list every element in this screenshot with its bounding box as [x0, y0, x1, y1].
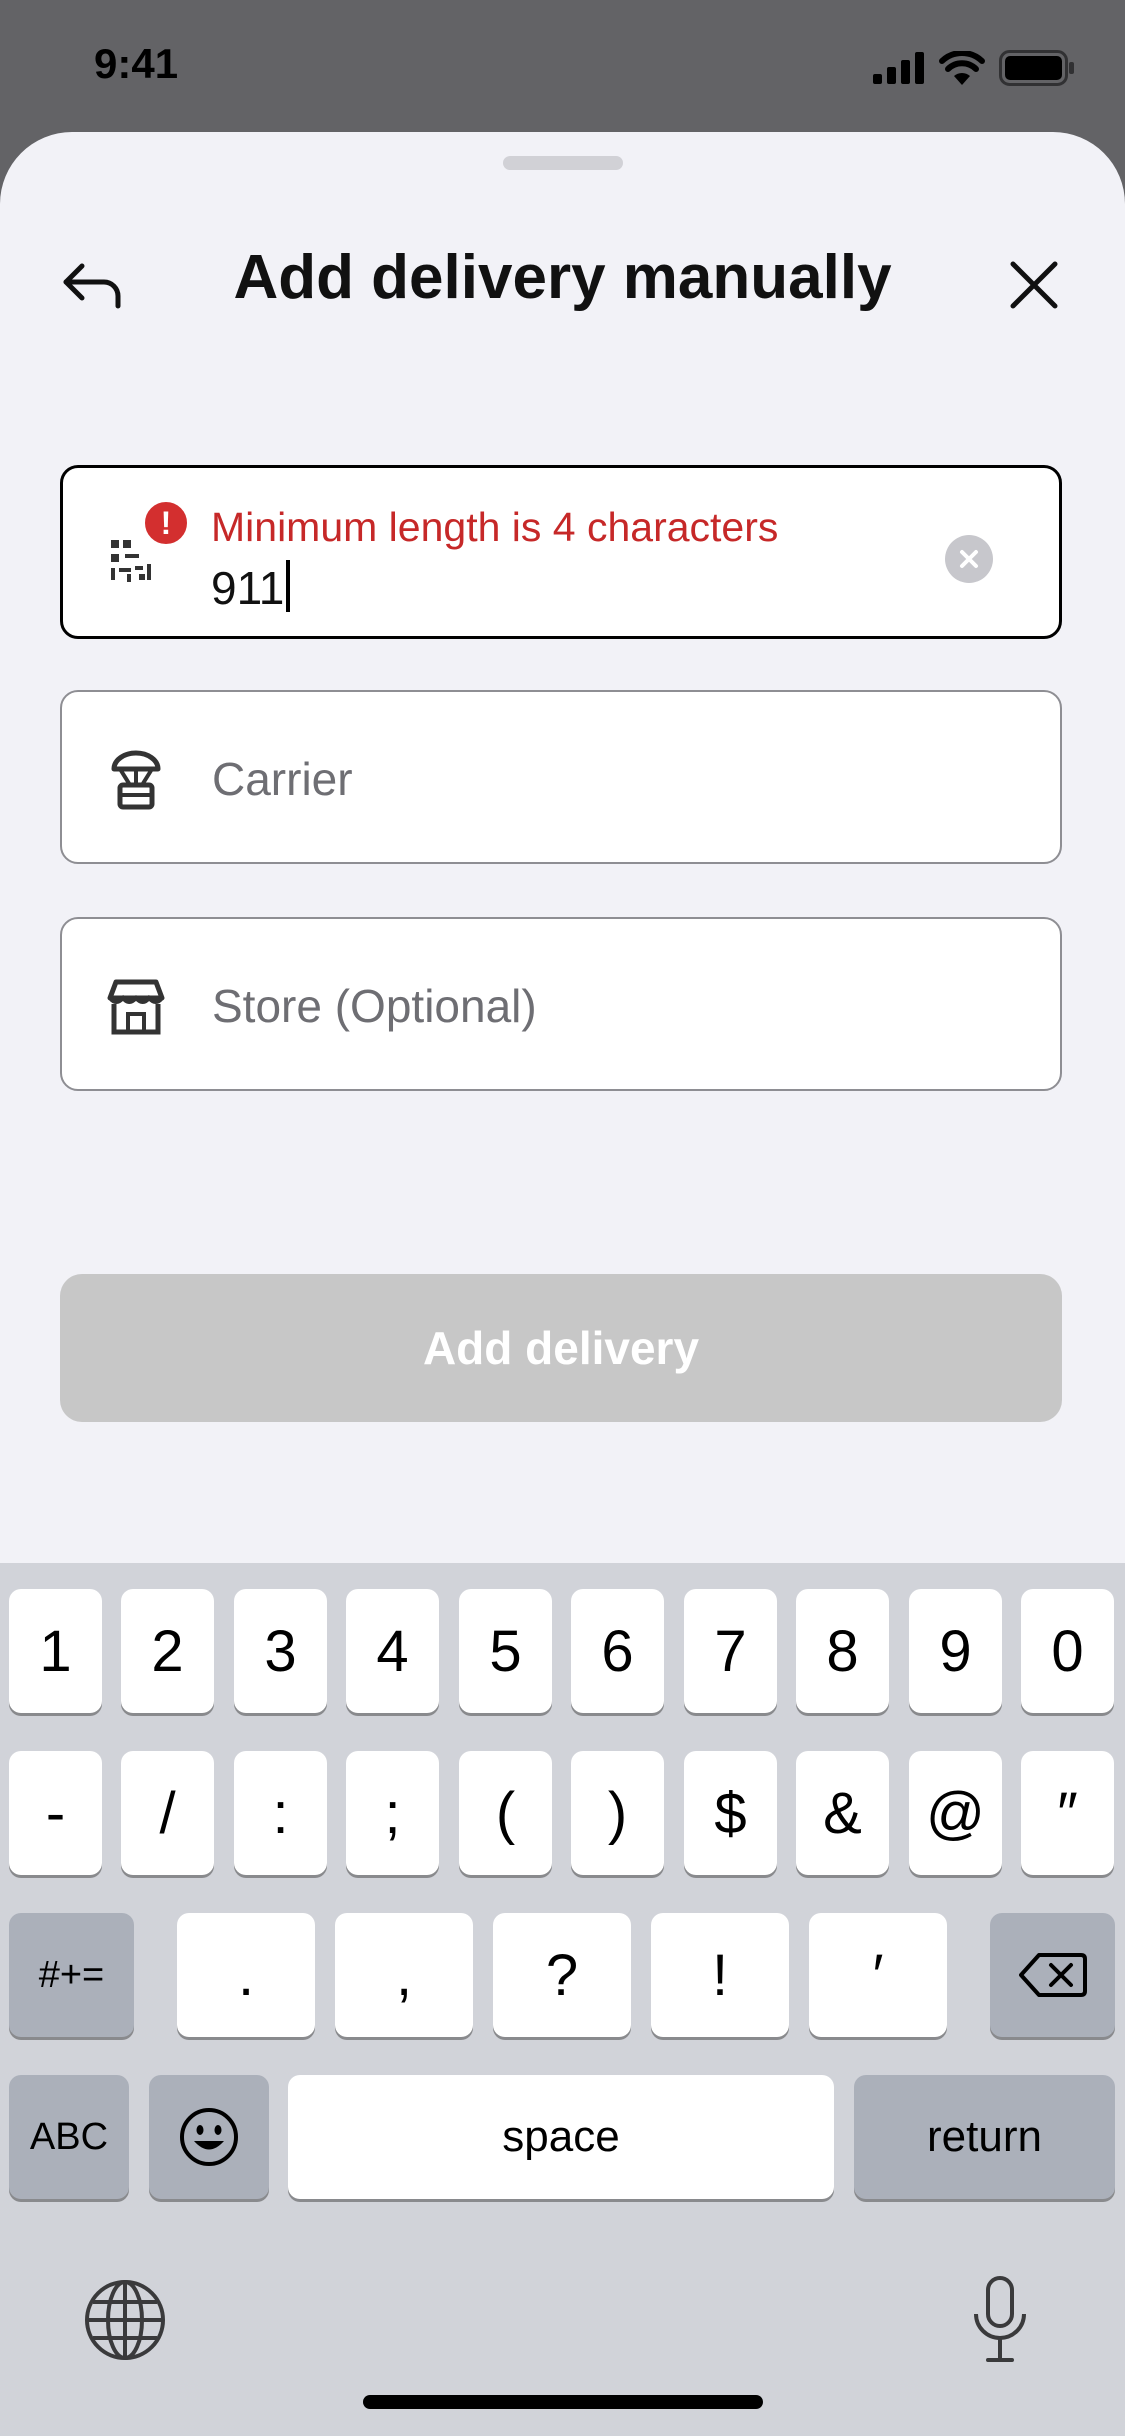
- carrier-field[interactable]: Carrier: [60, 690, 1062, 864]
- space-key[interactable]: space: [288, 2075, 834, 2199]
- wifi-icon: [939, 51, 985, 85]
- store-icon: [107, 979, 165, 1035]
- error-icon: !: [141, 498, 191, 548]
- keyboard: 1 2 3 4 5 6 7 8 9 0 - / : ; ( ) $ & @ ″ …: [0, 1563, 1125, 2436]
- key-open-paren[interactable]: (: [459, 1751, 552, 1875]
- key-7[interactable]: 7: [684, 1589, 777, 1713]
- key-slash[interactable]: /: [121, 1751, 214, 1875]
- symbols-key[interactable]: #+=: [9, 1913, 134, 2037]
- tracking-number-input[interactable]: 911: [211, 560, 291, 615]
- globe-icon: [85, 2280, 165, 2360]
- sheet-grabber[interactable]: [503, 156, 623, 170]
- key-dollar[interactable]: $: [684, 1751, 777, 1875]
- home-indicator[interactable]: [363, 2395, 763, 2409]
- tracking-number-field[interactable]: ! Minimum length is 4 characters 911: [60, 465, 1062, 639]
- key-0[interactable]: 0: [1021, 1589, 1114, 1713]
- close-icon: [1010, 261, 1058, 309]
- text-caret: [286, 560, 291, 612]
- close-button[interactable]: [999, 250, 1069, 320]
- emoji-icon: [180, 2108, 238, 2166]
- delete-key[interactable]: [990, 1913, 1115, 2037]
- emoji-key[interactable]: [149, 2075, 269, 2199]
- key-5[interactable]: 5: [459, 1589, 552, 1713]
- store-field[interactable]: Store (Optional): [60, 917, 1062, 1091]
- key-8[interactable]: 8: [796, 1589, 889, 1713]
- key-3[interactable]: 3: [234, 1589, 327, 1713]
- clear-input-button[interactable]: [945, 535, 993, 583]
- clear-icon: [960, 550, 978, 568]
- key-semicolon[interactable]: ;: [346, 1751, 439, 1875]
- globe-button[interactable]: [80, 2275, 170, 2365]
- status-time: 9:41: [94, 40, 179, 87]
- cellular-signal-icon: [873, 52, 924, 84]
- key-close-paren[interactable]: ): [571, 1751, 664, 1875]
- key-ampersand[interactable]: &: [796, 1751, 889, 1875]
- battery-icon: [999, 50, 1074, 86]
- dictation-button[interactable]: [955, 2269, 1045, 2369]
- key-4[interactable]: 4: [346, 1589, 439, 1713]
- key-question[interactable]: ?: [493, 1913, 631, 2037]
- key-quote[interactable]: ″: [1021, 1751, 1114, 1875]
- page-title: Add delivery manually: [233, 243, 892, 312]
- store-placeholder: Store (Optional): [212, 980, 537, 1032]
- status-bar: 9:41: [0, 0, 1125, 135]
- key-9[interactable]: 9: [909, 1589, 1002, 1713]
- microphone-icon: [974, 2276, 1026, 2362]
- tracking-error-message: Minimum length is 4 characters: [211, 504, 779, 550]
- backspace-icon: [1018, 1953, 1087, 1997]
- key-period[interactable]: .: [177, 1913, 315, 2037]
- key-apostrophe[interactable]: ′: [809, 1913, 947, 2037]
- key-colon[interactable]: :: [234, 1751, 327, 1875]
- key-1[interactable]: 1: [9, 1589, 102, 1713]
- key-6[interactable]: 6: [571, 1589, 664, 1713]
- key-exclamation[interactable]: !: [651, 1913, 789, 2037]
- key-hyphen[interactable]: -: [9, 1751, 102, 1875]
- abc-key[interactable]: ABC: [9, 2075, 129, 2199]
- key-comma[interactable]: ,: [335, 1913, 473, 2037]
- add-delivery-button[interactable]: Add delivery: [60, 1274, 1062, 1422]
- key-2[interactable]: 2: [121, 1589, 214, 1713]
- return-key[interactable]: return: [854, 2075, 1115, 2199]
- status-icons: [873, 50, 1075, 86]
- carrier-placeholder: Carrier: [212, 753, 353, 805]
- key-at[interactable]: @: [909, 1751, 1002, 1875]
- parachute-box-icon: [111, 750, 161, 810]
- tracking-number-value: 911: [211, 562, 285, 614]
